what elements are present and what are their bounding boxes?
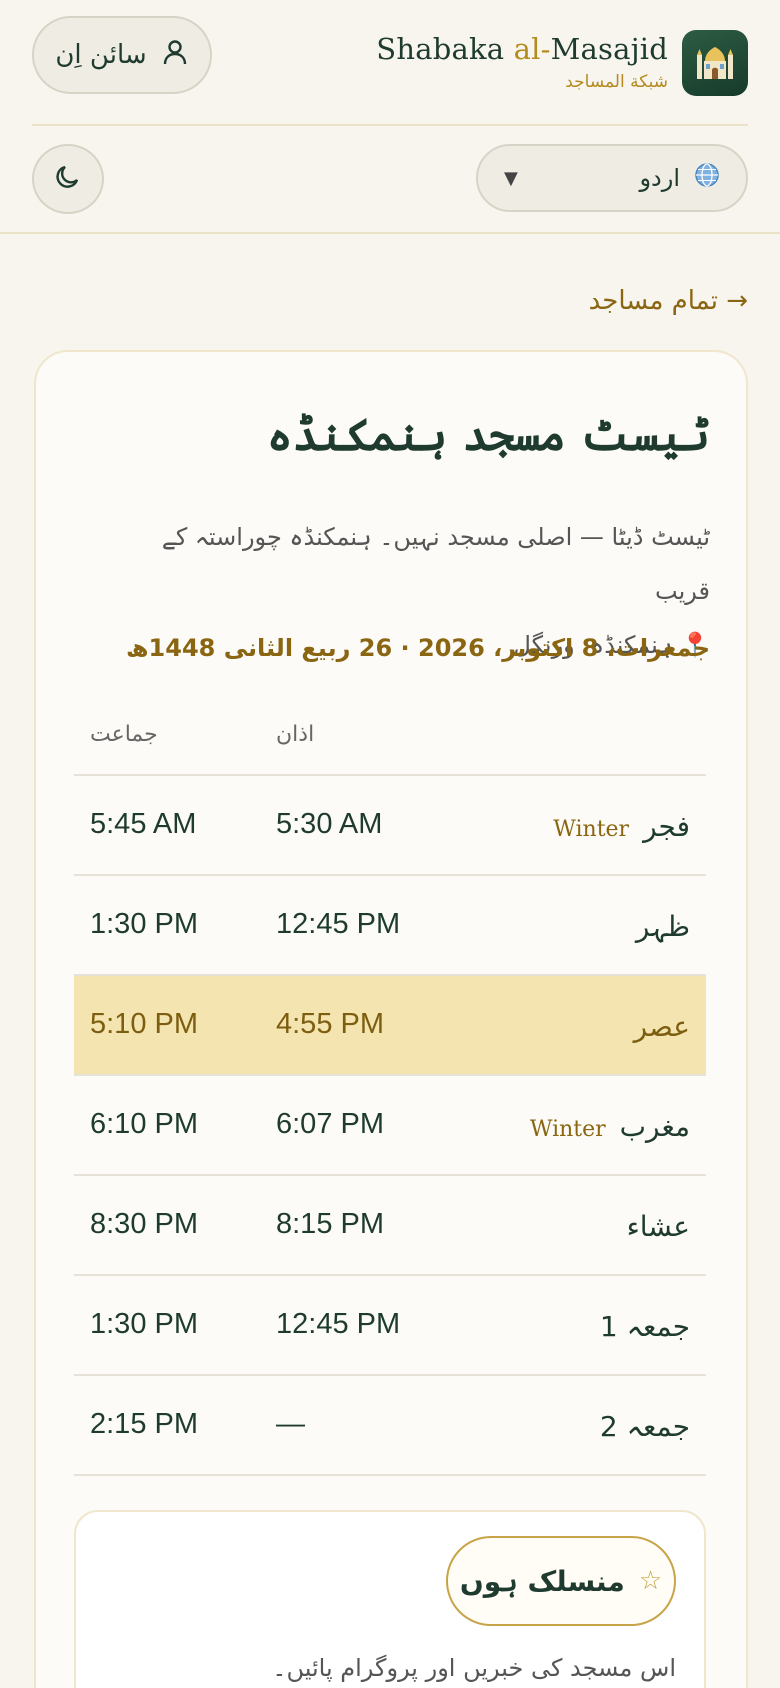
follow-button[interactable]: ☆ منسلک ہوں <box>446 1536 676 1626</box>
prayer-name: عشاء <box>626 1210 690 1243</box>
follow-label: منسلک ہوں <box>459 1564 625 1598</box>
brand[interactable]: Shabaka al-Masajid شبکة المساجد <box>376 30 748 96</box>
season-label: Winter <box>529 1117 606 1142</box>
user-icon <box>161 38 189 73</box>
adhan-time: 5:30 AM <box>276 808 383 840</box>
mosque-icon <box>682 30 748 96</box>
jamaat-time: 2:15 PM <box>90 1408 198 1440</box>
season-label: Winter <box>553 817 630 842</box>
table-row: 1:30 PM 12:45 PM جمعہ 1 <box>74 1276 706 1376</box>
mosque-name: ٹیسٹ مسجد ہنمکنڈہ <box>266 410 710 461</box>
prayer-name: عصر <box>633 1010 690 1043</box>
language-select[interactable]: اردو ▼ <box>476 144 748 212</box>
table-row: 2:15 PM — جمعہ 2 <box>74 1376 706 1476</box>
signin-button[interactable]: سائن اِن <box>32 16 212 94</box>
brand-subtitle: شبکة المساجد <box>565 72 668 92</box>
moon-icon <box>53 162 83 196</box>
table-row: 1:30 PM 12:45 PM ظہر <box>74 876 706 976</box>
adhan-time: 6:07 PM <box>276 1108 384 1140</box>
jamaat-time: 1:30 PM <box>90 908 198 940</box>
table-row: 6:10 PM 6:07 PM مغرب Winter <box>74 1076 706 1176</box>
prayer-name: ظہر <box>635 910 690 943</box>
adhan-time: 12:45 PM <box>276 908 401 940</box>
prayer-name: مغرب <box>619 1110 690 1143</box>
globe-icon <box>694 162 720 194</box>
adhan-time: 12:45 PM <box>276 1308 401 1340</box>
prayer-name-cell: جمعہ 2 <box>600 1410 690 1443</box>
table-row: 5:10 PM 4:55 PM عصر <box>74 976 706 1076</box>
jamaat-time: 6:10 PM <box>90 1108 198 1140</box>
date-line: جمعرات، 8 اکتوبر، 2026 · 26 ربیع الثانی … <box>126 634 710 662</box>
prayer-name-cell: ظہر <box>636 910 690 943</box>
app-header: Shabaka al-Masajid شبکة المساجد سائن اِن <box>0 0 780 234</box>
mosque-description-text: ٹیسٹ ڈیٹا — اصلی مسجد نہیں۔ ہنمکنڈہ چورا… <box>161 523 710 605</box>
signin-label: سائن اِن <box>55 40 147 70</box>
language-value: اردو <box>639 164 680 192</box>
prayer-name: جمعہ 2 <box>599 1410 690 1443</box>
follow-note: اس مسجد کی خبریں اور پروگرام پائیں۔ <box>272 1654 676 1682</box>
prayer-name-cell: فجر Winter <box>553 810 690 843</box>
table-row: 5:45 AM 5:30 AM فجر Winter <box>74 776 706 876</box>
prayer-name-cell: مغرب Winter <box>530 1110 690 1143</box>
jamaat-time: 5:10 PM <box>90 1008 198 1040</box>
brand-text: Shabaka al-Masajid شبکة المساجد <box>376 30 668 92</box>
dropdown-arrow-icon: ▼ <box>504 167 518 189</box>
header-divider <box>32 124 748 126</box>
adhan-time: 4:55 PM <box>276 1008 384 1040</box>
col-jamaat: جماعت <box>90 722 158 747</box>
brand-name: Shabaka al-Masajid <box>376 32 668 66</box>
col-adhan: اذان <box>276 722 315 747</box>
table-header: جماعت اذان <box>74 706 706 776</box>
adhan-time: 8:15 PM <box>276 1208 384 1240</box>
adhan-time: — <box>276 1408 305 1440</box>
jamaat-time: 8:30 PM <box>90 1208 198 1240</box>
prayer-name-cell: عشاء <box>627 1210 690 1243</box>
jamaat-time: 5:45 AM <box>90 808 197 840</box>
prayer-name: فجر <box>643 810 690 843</box>
theme-toggle-button[interactable] <box>32 144 104 214</box>
prayer-name-cell: عصر <box>634 1010 690 1043</box>
all-mosques-link[interactable]: → تمام مساجد <box>589 286 748 316</box>
star-icon: ☆ <box>638 1566 663 1596</box>
table-row: 8:30 PM 8:15 PM عشاء <box>74 1176 706 1276</box>
jamaat-time: 1:30 PM <box>90 1308 198 1340</box>
prayer-timetable: جماعت اذان 5:45 AM 5:30 AM فجر Winter 1:30 P… <box>74 706 706 1476</box>
prayer-name-cell: جمعہ 1 <box>600 1310 690 1343</box>
prayer-name: جمعہ 1 <box>599 1310 690 1343</box>
